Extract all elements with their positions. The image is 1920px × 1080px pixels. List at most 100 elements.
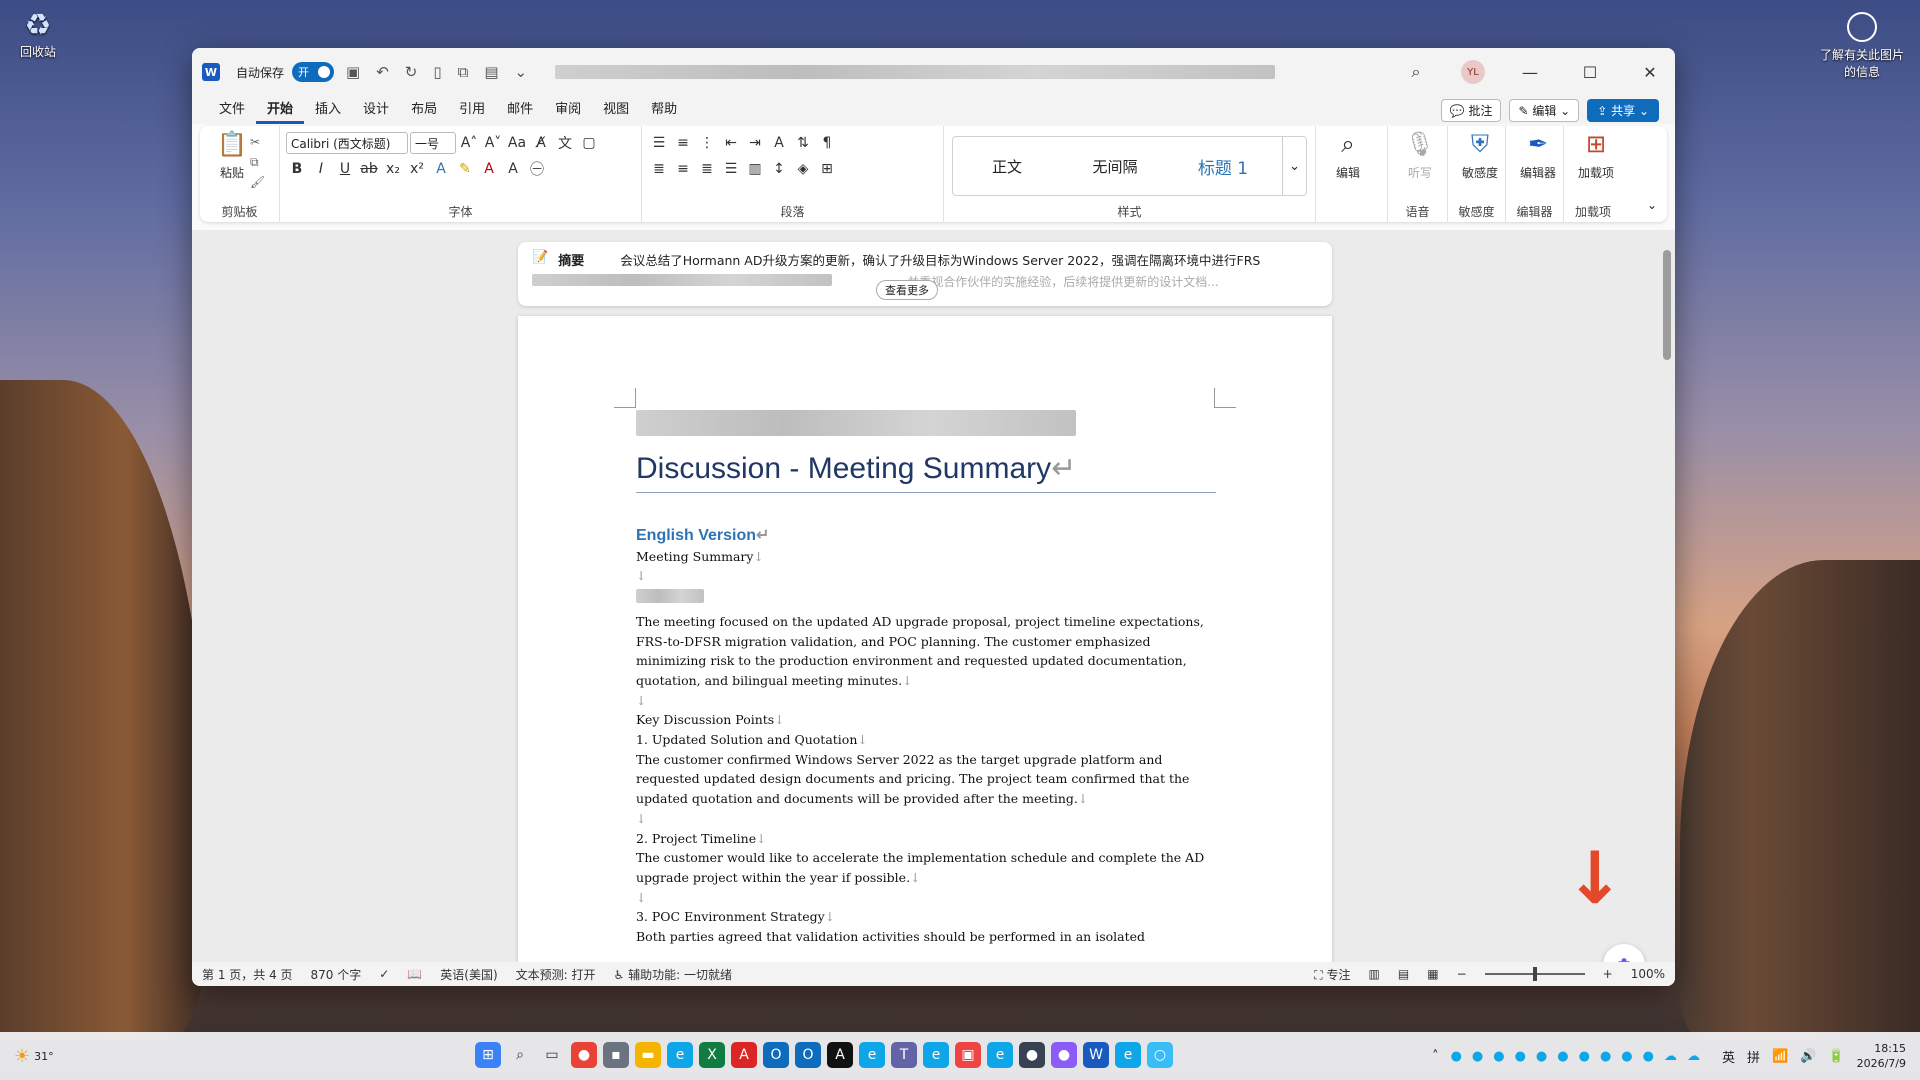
text-effects-icon[interactable]: A xyxy=(430,161,452,177)
increase-indent-icon[interactable]: ⇥ xyxy=(744,135,766,151)
align-right-icon[interactable]: ≣ xyxy=(696,161,718,177)
character-border-icon[interactable]: ▢ xyxy=(578,135,600,151)
clear-format-icon[interactable]: A̸ xyxy=(530,135,552,151)
editor-button[interactable]: ✒ 编辑器 xyxy=(1512,130,1564,181)
tab-file[interactable]: 文件 xyxy=(208,96,256,124)
editing-mode-button[interactable]: ✎ 编辑 ⌄ xyxy=(1509,98,1580,122)
font-color-icon[interactable]: A xyxy=(478,161,500,177)
sensitivity-button[interactable]: ⛨ 敏感度 xyxy=(1454,130,1506,181)
new-doc-icon[interactable]: ▯ xyxy=(429,63,445,81)
shading-icon[interactable]: ◈ xyxy=(792,161,814,177)
close-icon[interactable]: ✕ xyxy=(1635,63,1665,82)
edge-2-icon[interactable]: e xyxy=(859,1042,885,1068)
vertical-scrollbar[interactable] xyxy=(1663,238,1671,986)
print-layout-icon[interactable]: ▤ xyxy=(1398,967,1409,981)
language-status[interactable]: 英语(美国) xyxy=(440,966,497,983)
web-layout-icon[interactable]: ▦ xyxy=(1427,967,1438,981)
see-more-button[interactable]: 查看更多 xyxy=(876,280,938,300)
shrink-font-icon[interactable]: A˅ xyxy=(482,135,504,151)
style-no-spacing[interactable]: 无间隔 xyxy=(1061,156,1169,177)
wifi-icon[interactable]: 📶 xyxy=(1772,1049,1788,1064)
teams-icon[interactable]: T xyxy=(891,1042,917,1068)
customize-qa-icon[interactable]: ⌄ xyxy=(511,63,532,81)
grow-font-icon[interactable]: A˄ xyxy=(458,135,480,151)
word-taskbar-icon[interactable]: W xyxy=(1083,1042,1109,1068)
editing-button[interactable]: ⌕ 编辑 xyxy=(1322,130,1374,181)
phonetic-guide-icon[interactable]: 文 xyxy=(554,133,576,153)
styles-more-icon[interactable]: ⌄ xyxy=(1282,137,1306,195)
volume-icon[interactable]: 🔊 xyxy=(1800,1049,1816,1064)
enclose-characters-icon[interactable]: ㊀ xyxy=(526,159,548,179)
recycle-bin-shortcut[interactable]: ♻ 回收站 xyxy=(14,8,62,60)
outlook-icon[interactable]: O xyxy=(763,1042,789,1068)
dictate-button[interactable]: 🎙 听写 xyxy=(1394,130,1446,181)
chrome-icon[interactable]: ● xyxy=(571,1042,597,1068)
line-spacing-icon[interactable]: ↕ xyxy=(768,161,790,177)
borders-icon[interactable]: ⊞ xyxy=(816,161,838,177)
distributed-icon[interactable]: ▥ xyxy=(744,161,766,177)
page-count[interactable]: 第 1 页，共 4 页 xyxy=(202,966,293,983)
decrease-indent-icon[interactable]: ⇤ xyxy=(720,135,742,151)
asian-layout-icon[interactable]: A xyxy=(768,135,790,151)
scrollbar-thumb[interactable] xyxy=(1663,250,1671,360)
style-normal[interactable]: 正文 xyxy=(953,156,1061,177)
maximize-icon[interactable]: ☐ xyxy=(1575,63,1605,82)
cut-icon[interactable]: ✂ xyxy=(250,135,260,149)
undo-icon[interactable]: ↶ xyxy=(372,63,393,81)
search-taskbar-icon[interactable]: ⌕ xyxy=(507,1042,533,1068)
tab-references[interactable]: 引用 xyxy=(448,96,496,124)
multilevel-list-icon[interactable]: ⋮ xyxy=(696,135,718,151)
tab-review[interactable]: 审阅 xyxy=(544,96,592,124)
addins-button[interactable]: ⊞ 加载项 xyxy=(1570,130,1622,181)
show-marks-icon[interactable]: ¶ xyxy=(816,135,838,151)
zoom-in-icon[interactable]: + xyxy=(1603,967,1613,981)
document-page[interactable]: Discussion - Meeting Summary↵ English Ve… xyxy=(518,316,1332,986)
tab-insert[interactable]: 插入 xyxy=(304,96,352,124)
app-icon-6[interactable]: ○ xyxy=(1147,1042,1173,1068)
save-icon[interactable]: ▣ xyxy=(342,63,364,81)
excel-icon[interactable]: X xyxy=(699,1042,725,1068)
spotlight-info[interactable]: 了解有关此图片的信息 xyxy=(1818,12,1906,80)
change-case-icon[interactable]: Aa xyxy=(506,135,528,151)
format-painter-icon[interactable]: 🖌 xyxy=(250,175,265,189)
font-name-select[interactable]: Calibri (西文标题) xyxy=(286,132,408,154)
start-icon[interactable]: ⊞ xyxy=(475,1042,501,1068)
numbering-icon[interactable]: ≡ xyxy=(672,135,694,151)
format-painter-qa-icon[interactable]: ⧉ xyxy=(454,63,473,81)
app-icon-1[interactable]: ▪ xyxy=(603,1042,629,1068)
accessibility-status[interactable]: ♿ 辅助功能: 一切就绪 xyxy=(614,966,732,983)
autosave-toggle[interactable]: 开 xyxy=(292,62,335,82)
ime-mode[interactable]: 拼 xyxy=(1747,1047,1760,1066)
share-button[interactable]: ⇪ 共享 ⌄ xyxy=(1587,98,1659,122)
bullets-icon[interactable]: ☰ xyxy=(648,135,670,151)
zoom-slider[interactable] xyxy=(1484,967,1585,981)
reading-icon[interactable]: 📖 xyxy=(407,967,422,981)
comment-button[interactable]: 💬 批注 xyxy=(1440,98,1502,122)
minimize-icon[interactable]: — xyxy=(1515,63,1545,82)
italic-icon[interactable]: I xyxy=(310,161,332,177)
style-heading-1[interactable]: 标题 1 xyxy=(1169,154,1277,179)
focus-button[interactable]: ⛶ 专注 xyxy=(1314,966,1350,983)
app-icon-3[interactable]: ▣ xyxy=(955,1042,981,1068)
justify-icon[interactable]: ☰ xyxy=(720,161,742,177)
ime-language[interactable]: 英 xyxy=(1722,1047,1735,1066)
clock[interactable]: 18:15 2026/7/9 xyxy=(1857,1041,1906,1071)
tab-layout[interactable]: 布局 xyxy=(400,96,448,124)
subscript-icon[interactable]: x₂ xyxy=(382,161,404,177)
app-icon-4[interactable]: ● xyxy=(1019,1042,1045,1068)
task-view-icon[interactable]: ▭ xyxy=(539,1042,565,1068)
app-icon-2[interactable]: A xyxy=(827,1042,853,1068)
proofing-icon[interactable]: ✓ xyxy=(379,967,389,981)
file-explorer-icon[interactable]: ▬ xyxy=(635,1042,661,1068)
tab-design[interactable]: 设计 xyxy=(352,96,400,124)
tab-mailings[interactable]: 邮件 xyxy=(496,96,544,124)
edge-icon[interactable]: e xyxy=(667,1042,693,1068)
strikethrough-icon[interactable]: ab xyxy=(358,161,380,177)
search-icon[interactable]: ⌕ xyxy=(1401,62,1431,82)
word-count[interactable]: 870 个字 xyxy=(311,966,362,983)
read-mode-icon[interactable]: ▥ xyxy=(1369,967,1380,981)
align-center-icon[interactable]: ≡ xyxy=(672,161,694,177)
print-preview-icon[interactable]: ▤ xyxy=(480,63,502,81)
tray-overflow-icon[interactable]: ˄ xyxy=(1432,1049,1439,1064)
underline-icon[interactable]: U xyxy=(334,161,356,177)
